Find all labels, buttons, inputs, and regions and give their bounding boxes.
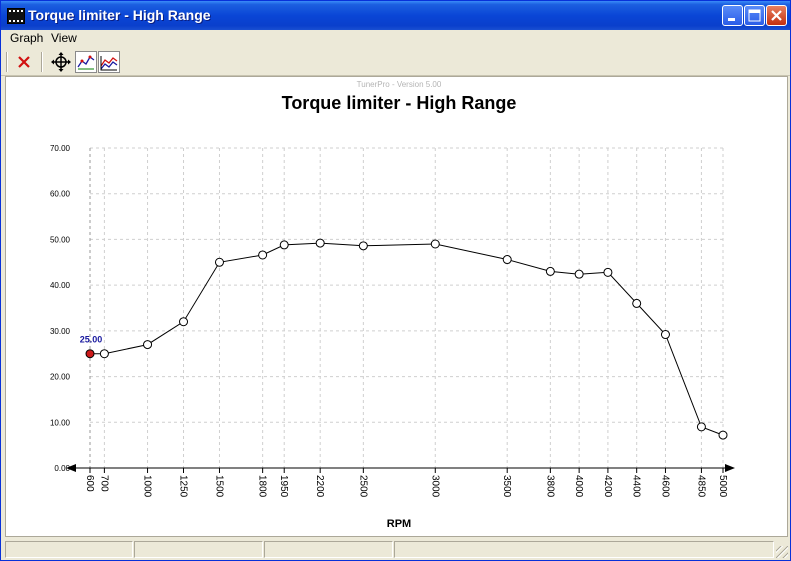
- y-tick-label: 30.00: [50, 327, 71, 336]
- data-points[interactable]: [85, 238, 728, 440]
- x-axis-right-arrow: [725, 464, 735, 472]
- maximize-icon: [748, 9, 761, 22]
- status-pane: [5, 541, 133, 558]
- close-x-icon: [771, 10, 782, 21]
- film-strip-icon: [7, 8, 25, 24]
- y-axis: 0.00 10.00 20.00 30.00 40.00 50.00 60.00 70.00: [50, 144, 71, 473]
- data-point[interactable]: [279, 240, 289, 250]
- torque-line: [90, 242, 724, 436]
- data-point[interactable]: [574, 269, 584, 279]
- y-tick-label: 40.00: [50, 281, 71, 290]
- x-tick-label: 4400: [631, 475, 642, 498]
- y-tick-label: 10.00: [50, 418, 71, 427]
- x-tick-label: 3800: [544, 475, 555, 498]
- y-tick-label: 60.00: [50, 190, 71, 199]
- toolbar-separator: [6, 52, 8, 72]
- status-pane: [134, 541, 263, 558]
- x-tick-label: 4200: [602, 475, 613, 498]
- status-pane: [264, 541, 393, 558]
- menu-bar: Graph View: [1, 30, 790, 47]
- toolbar: [1, 48, 790, 76]
- crosshair-icon: [51, 52, 71, 72]
- axes: [66, 148, 735, 472]
- chart-title: Torque limiter - High Range: [282, 93, 517, 113]
- selected-data-point[interactable]: [85, 349, 95, 359]
- x-tick-label: 4000: [573, 475, 584, 498]
- maximize-button[interactable]: [744, 5, 765, 26]
- data-point[interactable]: [315, 238, 325, 248]
- 3d-graph-button[interactable]: [98, 51, 120, 73]
- data-point[interactable]: [214, 257, 224, 267]
- x-tick-label: 5000: [717, 475, 728, 498]
- x-tick-label: 1800: [257, 475, 268, 498]
- series-line: [90, 242, 724, 436]
- line-graph-icon: [77, 55, 95, 70]
- x-tick-label: 2500: [357, 475, 368, 498]
- x-axis: 600 700 1000 1250 1500 1800 1950 2200 2500 3000 35…: [84, 468, 728, 498]
- x-tick-label: 3500: [501, 475, 512, 498]
- x-tick-label: 1950: [278, 475, 289, 498]
- data-point[interactable]: [632, 298, 642, 308]
- window: Torque limiter - High Range Graph View T…: [0, 0, 791, 561]
- minimize-button[interactable]: [722, 5, 743, 26]
- window-title: Torque limiter - High Range: [28, 7, 211, 23]
- y-tick-label: 50.00: [50, 235, 71, 244]
- 2d-graph-button[interactable]: [75, 51, 97, 73]
- data-point[interactable]: [179, 317, 189, 327]
- red-x-icon: [18, 56, 30, 68]
- grid: [89, 147, 724, 468]
- x-tick-label: 4850: [695, 475, 706, 498]
- y-tick-label: 20.00: [50, 373, 71, 382]
- data-point[interactable]: [660, 330, 670, 340]
- x-tick-label: 3000: [429, 475, 440, 498]
- data-point[interactable]: [718, 430, 728, 440]
- torque-chart[interactable]: TunerPro - Version 5.00 Torque limiter -…: [6, 77, 787, 536]
- data-point[interactable]: [358, 241, 368, 251]
- data-point[interactable]: [502, 255, 512, 265]
- surface-graph-icon: [100, 56, 118, 71]
- selected-point-value: 25.00: [80, 335, 103, 345]
- watermark: TunerPro - Version 5.00: [357, 80, 442, 89]
- y-tick-label: 0.00: [54, 464, 70, 473]
- data-point[interactable]: [143, 340, 153, 350]
- data-point[interactable]: [603, 267, 613, 277]
- x-tick-label: 1250: [178, 475, 189, 498]
- x-tick-label: 600: [84, 475, 95, 492]
- toolbar-separator: [41, 52, 43, 72]
- minimize-icon: [728, 18, 735, 21]
- x-tick-label: 4600: [659, 475, 670, 498]
- plot-area[interactable]: TunerPro - Version 5.00 Torque limiter -…: [5, 76, 788, 537]
- data-point[interactable]: [99, 349, 109, 359]
- data-point[interactable]: [545, 266, 555, 276]
- menu-view[interactable]: View: [51, 31, 77, 45]
- x-tick-label: 2200: [314, 475, 325, 498]
- data-point[interactable]: [696, 422, 706, 432]
- x-tick-label: 1500: [213, 475, 224, 498]
- menu-graph[interactable]: Graph: [10, 31, 43, 45]
- data-point[interactable]: [258, 250, 268, 260]
- status-pane: [394, 541, 774, 558]
- close-button[interactable]: [766, 5, 787, 26]
- move-button[interactable]: [50, 51, 72, 73]
- y-tick-label: 70.00: [50, 144, 71, 153]
- delete-button[interactable]: [13, 51, 35, 73]
- resize-grip[interactable]: [776, 546, 788, 558]
- x-tick-label: 1000: [142, 475, 153, 498]
- x-axis-label: RPM: [387, 518, 411, 530]
- title-bar[interactable]: Torque limiter - High Range: [1, 1, 790, 30]
- data-point[interactable]: [430, 239, 440, 249]
- status-bar: [1, 539, 790, 560]
- x-tick-label: 700: [98, 475, 109, 492]
